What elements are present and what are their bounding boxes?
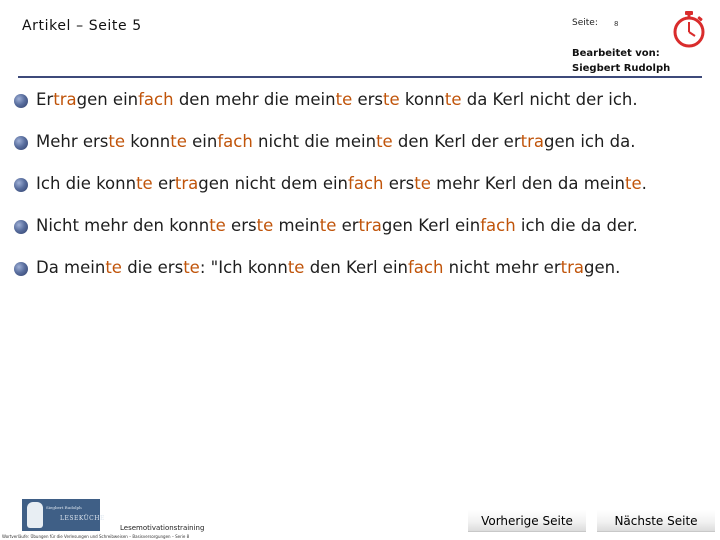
text-segment: Ich die konn [36,174,137,193]
highlighted-syllable: te [335,90,353,109]
text-segment: ers [225,216,257,235]
reading-line: Mehr erste konnte einfach nicht die mein… [14,132,714,174]
highlighted-syllable: tra [53,90,77,109]
highlighted-syllable: te [444,90,462,109]
text-segment: den Kerl ein [304,258,408,277]
stopwatch-icon[interactable] [672,10,706,48]
text-segment: ers [352,90,383,109]
highlighted-syllable: fach [217,132,253,151]
editor-label: Bearbeitet von: [572,48,660,59]
highlighted-syllable: te [105,258,122,277]
text-segment: gen ich da. [544,132,636,151]
highlighted-syllable: te [108,132,126,151]
editor-info: Bearbeitet von: Siegbert Rudolph [572,46,670,76]
reading-line-text: Ertragen einfach den mehr die meinte ers… [36,90,638,109]
highlighted-syllable: te [136,174,153,193]
highlighted-syllable: te [625,174,642,193]
highlighted-syllable: fach [407,258,444,277]
text-segment: konn [125,132,171,151]
highlighted-syllable: fach [348,174,384,193]
text-segment: Da mein [36,258,106,277]
reading-lines: Ertragen einfach den mehr die meinte ers… [14,90,714,300]
text-segment: den mehr die mein [173,90,336,109]
highlighted-syllable: te [414,174,431,193]
logo-line-2: LESEKÜCHE [60,515,105,522]
reading-line-text: Da meinte die erste: "Ich konnte den Ker… [36,258,620,277]
text-segment: nicht mehr er [443,258,561,277]
text-segment: : "Ich konn [199,258,288,277]
bullet-icon [14,136,28,150]
previous-page-button[interactable]: Vorherige Seite [468,510,586,532]
text-segment: . [641,174,647,193]
page-number: 8 [614,20,619,28]
text-segment: ich die da der. [515,216,638,235]
text-segment: gen. [584,258,621,277]
highlighted-syllable: te [183,258,200,277]
text-segment: er [152,174,175,193]
footer-fine-print: Wortverläufe: Übungen für die Verlesunge… [2,534,190,539]
text-segment: da Kerl nicht der ich. [461,90,638,109]
text-segment: mehr Kerl den da mein [430,174,626,193]
text-segment: Mehr ers [36,132,109,151]
text-segment: konn [399,90,445,109]
text-segment: ein [186,132,218,151]
reading-line: Ertragen einfach den mehr die meinte ers… [14,90,714,132]
text-segment: Er [36,90,54,109]
highlighted-syllable: tra [560,258,584,277]
bullet-icon [14,220,28,234]
reading-line: Ich die konnte ertragen nicht dem einfac… [14,174,714,216]
reading-line: Nicht mehr den konnte erste meinte ertra… [14,216,714,258]
text-segment: gen Kerl ein [381,216,481,235]
next-page-button[interactable]: Nächste Seite [597,510,715,532]
footer-brand: Lesemotivationstraining [120,524,205,532]
text-segment: gen ein [76,90,139,109]
text-segment: mein [273,216,320,235]
text-segment: die ers [121,258,184,277]
bullet-icon [14,94,28,108]
text-segment: nicht die mein [252,132,377,151]
page-title: Artikel – Seite 5 [22,18,142,34]
highlighted-syllable: tra [520,132,544,151]
highlighted-syllable: te [287,258,305,277]
highlighted-syllable: te [383,90,400,109]
bullet-icon [14,178,28,192]
highlighted-syllable: fach [138,90,174,109]
chef-hat-icon [27,502,43,528]
text-segment: er [336,216,359,235]
highlighted-syllable: tra [174,174,199,193]
bullet-icon [14,262,28,276]
page-label: Seite: [572,18,598,28]
publisher-logo: Siegbert Rudolph LESEKÜCHE [22,499,104,531]
reading-line-text: Ich die konnte ertragen nicht dem einfac… [36,174,647,193]
editor-name: Siegbert Rudolph [572,63,671,74]
reading-line-text: Mehr erste konnte einfach nicht die mein… [36,132,636,151]
logo-line-1: Siegbert Rudolph [46,505,82,510]
highlighted-syllable: tra [358,216,382,235]
header-divider [18,76,702,78]
highlighted-syllable: te [256,216,274,235]
text-segment: ers [383,174,415,193]
highlighted-syllable: te [376,132,393,151]
highlighted-syllable: te [209,216,226,235]
highlighted-syllable: te [319,216,337,235]
reading-line-text: Nicht mehr den konnte erste meinte ertra… [36,216,638,235]
reading-line: Da meinte die erste: "Ich konnte den Ker… [14,258,714,300]
highlighted-syllable: fach [480,216,516,235]
highlighted-syllable: te [170,132,187,151]
text-segment: Nicht mehr den konn [36,216,210,235]
text-segment: den Kerl der er [392,132,521,151]
text-segment: gen nicht dem ein [198,174,349,193]
